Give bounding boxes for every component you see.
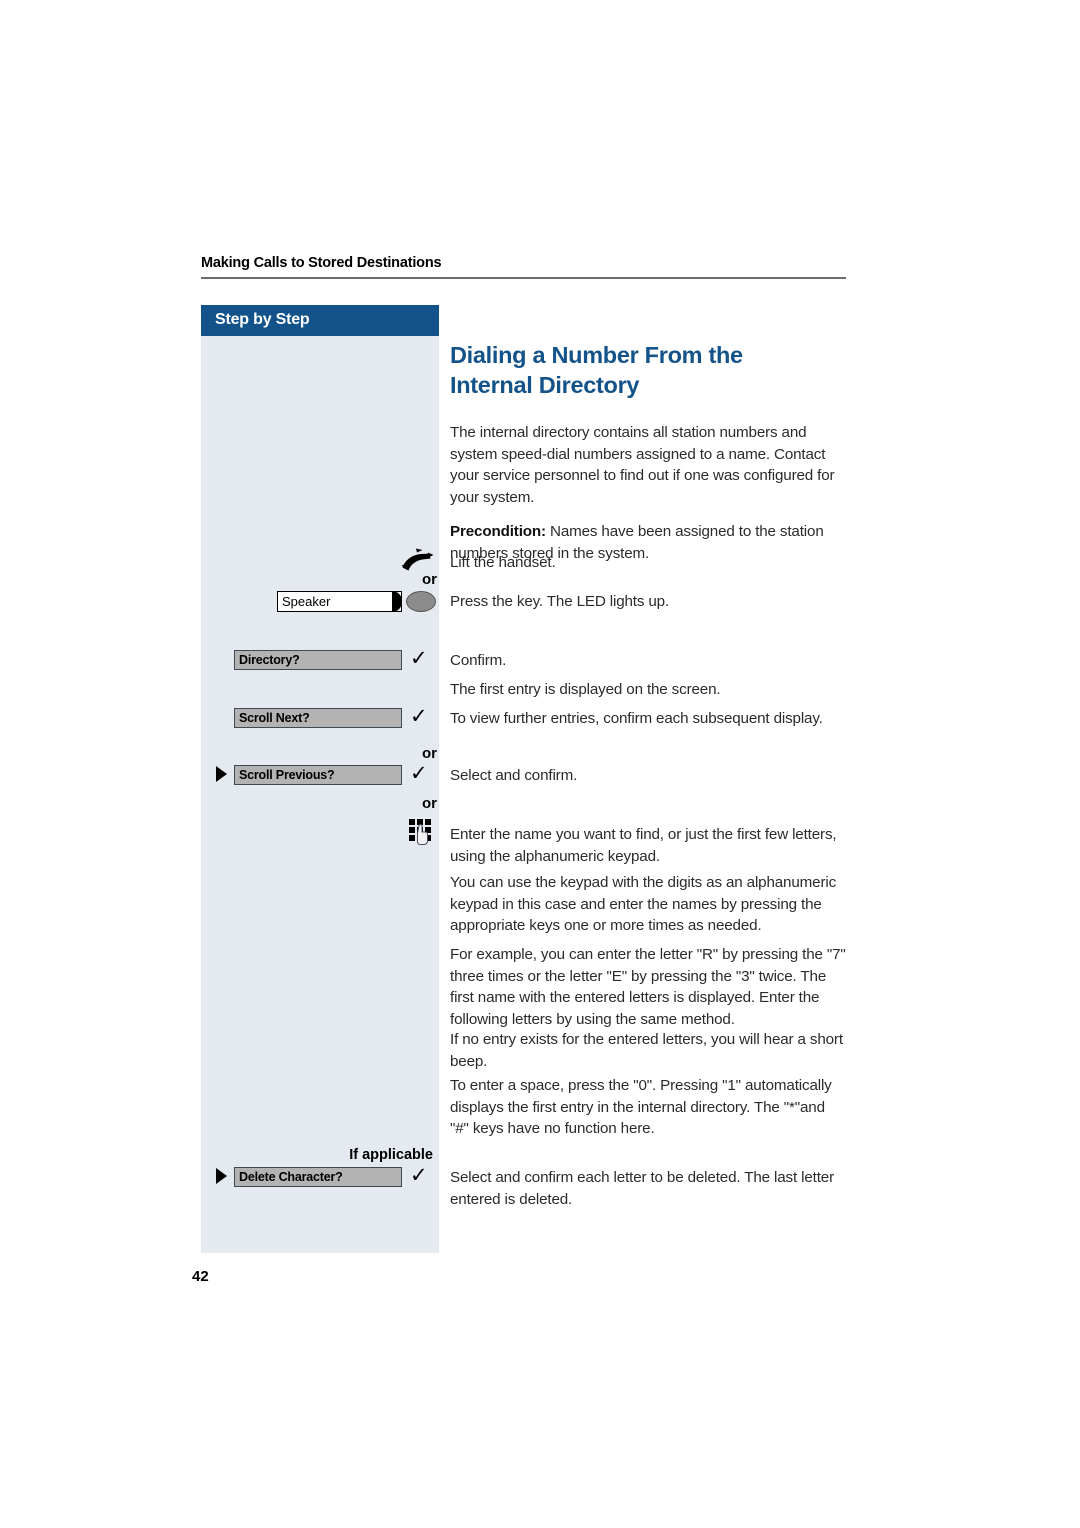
select-triangle-delete-character xyxy=(216,1168,227,1184)
document-page: Making Calls to Stored Destinations Step… xyxy=(0,0,1080,1528)
step-text-enter-name: Enter the name you want to find, or just… xyxy=(450,826,837,865)
step-text-select-confirm: Select and confirm. xyxy=(450,767,578,784)
step-text-confirm: Confirm. xyxy=(450,652,507,669)
or-separator-3: or xyxy=(422,795,437,812)
softkey-scroll-previous[interactable]: Scroll Previous? xyxy=(234,765,402,785)
softkey-delete-character[interactable]: Delete Character? xyxy=(234,1167,402,1187)
speaker-key-cap xyxy=(392,591,402,612)
select-triangle-scroll-previous xyxy=(216,766,227,782)
step-text-delete-letter: Select and confirm each letter to be del… xyxy=(450,1169,834,1208)
softkey-directory-label: Directory? xyxy=(239,653,300,667)
or-separator-2: or xyxy=(422,745,437,762)
softkey-scroll-next-label: Scroll Next? xyxy=(239,711,310,725)
keypad-icon xyxy=(409,819,433,845)
speaker-led xyxy=(406,591,436,612)
sidebar-title-bar: Step by Step xyxy=(201,305,439,336)
confirm-checkmark-directory[interactable]: ✓ xyxy=(410,648,428,669)
softkey-delete-character-label: Delete Character? xyxy=(239,1170,343,1184)
if-applicable-label: If applicable xyxy=(349,1147,433,1163)
confirm-checkmark-scroll-previous[interactable]: ✓ xyxy=(410,763,428,784)
running-header: Making Calls to Stored Destinations xyxy=(201,255,442,271)
page-title: Dialing a Number From the Internal Direc… xyxy=(450,342,743,398)
confirm-checkmark-delete-character[interactable]: ✓ xyxy=(410,1165,428,1186)
step-text-first-entry: The first entry is displayed on the scre… xyxy=(450,681,721,698)
intro-paragraph: The internal directory contains all stat… xyxy=(450,424,835,506)
or-separator-1: or xyxy=(422,571,437,588)
header-divider xyxy=(201,277,846,279)
step-text-no-entry-beep: If no entry exists for the entered lette… xyxy=(450,1031,843,1070)
speaker-key[interactable]: Speaker xyxy=(277,591,402,612)
main-content: Dialing a Number From the Internal Direc… xyxy=(450,340,846,578)
step-text-keypad-digits: You can use the keypad with the digits a… xyxy=(450,874,837,935)
softkey-scroll-next[interactable]: Scroll Next? xyxy=(234,708,402,728)
step-text-press-key: Press the key. The LED lights up. xyxy=(450,593,670,610)
softkey-directory[interactable]: Directory? xyxy=(234,650,402,670)
softkey-scroll-previous-label: Scroll Previous? xyxy=(239,768,335,782)
confirm-checkmark-scroll-next[interactable]: ✓ xyxy=(410,706,428,727)
step-text-space-and-keys: To enter a space, press the "0". Pressin… xyxy=(450,1077,832,1138)
speaker-key-label: Speaker xyxy=(282,594,331,609)
step-text-view-further: To view further entries, confirm each su… xyxy=(450,710,823,727)
sidebar-title: Step by Step xyxy=(215,311,310,328)
handset-icon xyxy=(400,547,436,573)
step-text-lift-handset: Lift the handset. xyxy=(450,554,556,571)
precondition-label: Precondition: xyxy=(450,523,546,541)
step-text-example-letters: For example, you can enter the letter "R… xyxy=(450,946,846,1028)
page-number: 42 xyxy=(192,1268,209,1285)
